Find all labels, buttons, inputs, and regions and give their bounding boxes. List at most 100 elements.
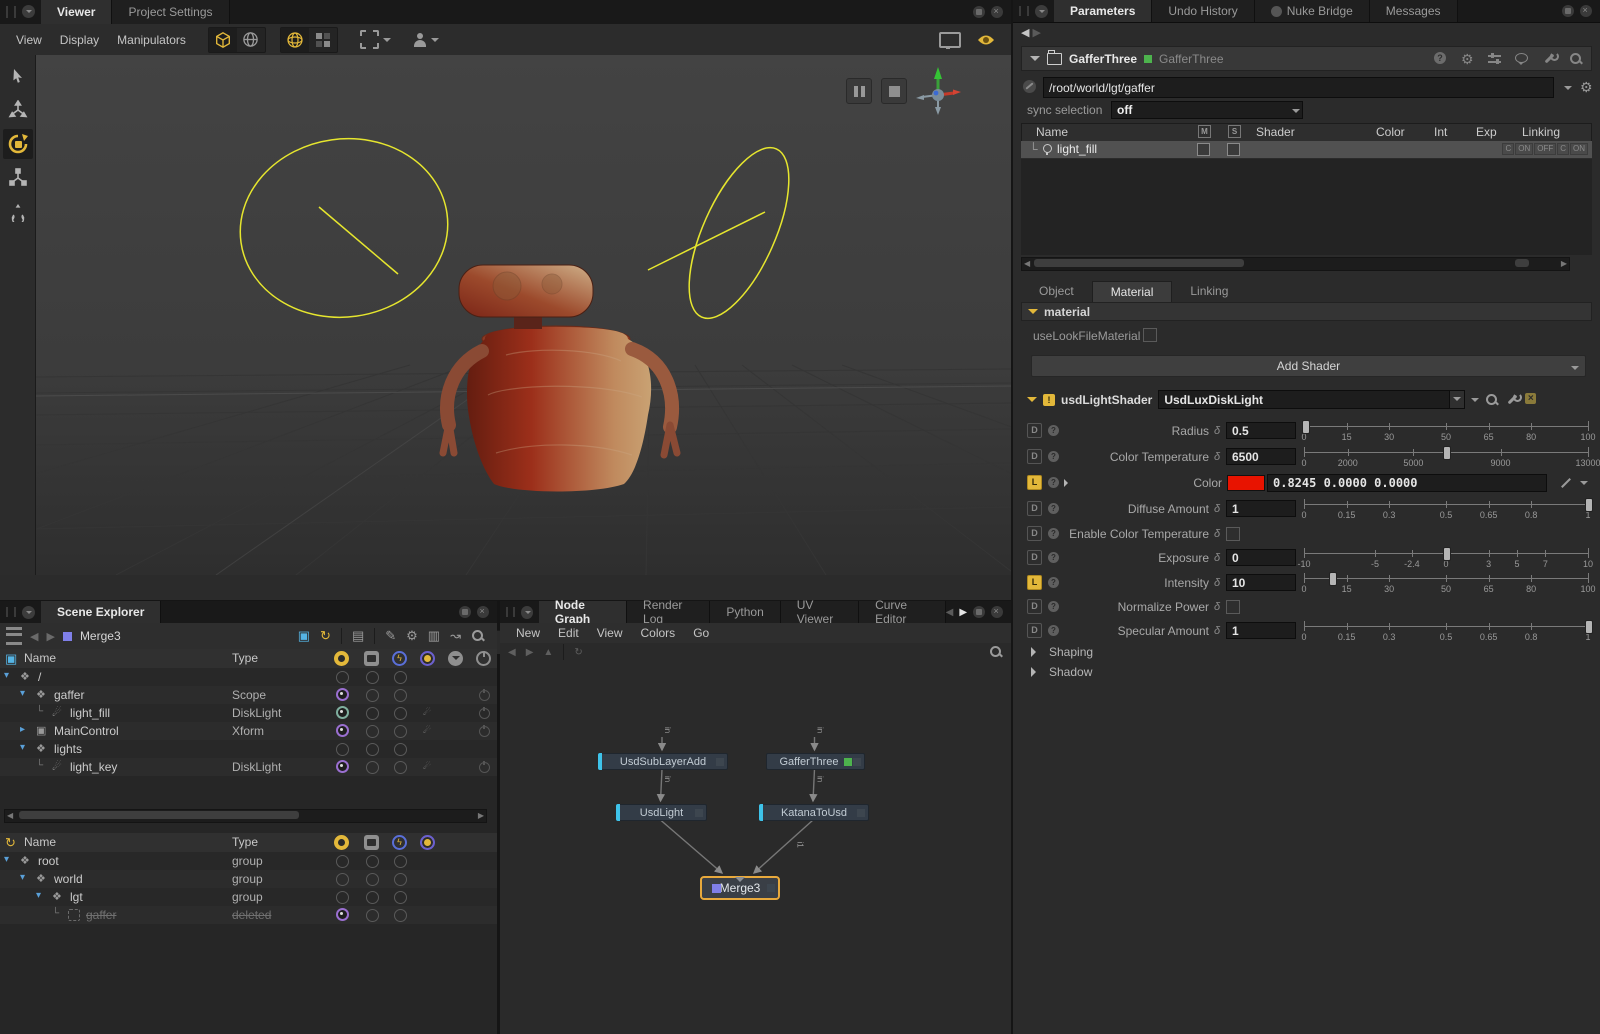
linking-off-button[interactable]: OFF: [1534, 143, 1556, 155]
slider-handle[interactable]: [1585, 620, 1593, 634]
wireframe-sphere-button[interactable]: [281, 28, 309, 52]
mute-column-icon[interactable]: [420, 835, 435, 850]
light-mute-icon[interactable]: ☄: [423, 725, 431, 736]
tab-scroll-left-icon[interactable]: ◀: [946, 607, 954, 618]
toggle-ring[interactable]: [394, 891, 407, 904]
toggle-ring[interactable]: [366, 743, 379, 756]
visibility-toggle[interactable]: [336, 908, 349, 921]
toggle-ring[interactable]: [366, 909, 379, 922]
comment-icon[interactable]: [1515, 52, 1529, 66]
local-value-badge[interactable]: L: [1027, 475, 1042, 490]
collapse-triangle-icon[interactable]: [1027, 397, 1037, 407]
livegroup-column-icon[interactable]: ϟ: [392, 835, 407, 850]
toggle-ring[interactable]: [366, 761, 379, 774]
param-checkbox[interactable]: [1226, 527, 1240, 541]
slider-handle[interactable]: [1443, 446, 1451, 460]
pane-split-icon[interactable]: [1562, 5, 1574, 17]
expander-icon[interactable]: ▾: [4, 670, 9, 681]
pane-split-icon[interactable]: [973, 6, 985, 18]
tab-messages[interactable]: Messages: [1370, 0, 1458, 22]
tab-scroll-right-icon[interactable]: ▶: [959, 607, 967, 618]
param-value-field[interactable]: 0.5: [1226, 422, 1296, 439]
node-usdsublayeradd[interactable]: UsdSubLayerAdd: [598, 753, 728, 770]
pane-close-icon[interactable]: [1580, 5, 1592, 17]
render-column-icon[interactable]: [364, 651, 379, 666]
pane-menu-icon[interactable]: [22, 606, 35, 619]
expander-icon[interactable]: ▾: [20, 872, 25, 883]
linking-on-button[interactable]: ON: [1515, 143, 1533, 155]
linking-on-button[interactable]: ON: [1570, 143, 1588, 155]
collapse-triangle-icon[interactable]: [1030, 56, 1040, 66]
tab-curve-editor[interactable]: Curve Editor: [859, 601, 946, 623]
light-mute-icon[interactable]: ☄: [423, 707, 431, 718]
solo-checkbox[interactable]: [1227, 143, 1240, 156]
layers-icon[interactable]: [6, 627, 22, 645]
tab-project-settings[interactable]: Project Settings: [112, 0, 229, 24]
toggle-ring[interactable]: [366, 855, 379, 868]
pane-grip[interactable]: [1019, 6, 1029, 16]
help-icon[interactable]: [1434, 52, 1448, 66]
column-int[interactable]: Int: [1434, 125, 1447, 139]
mute-column-icon[interactable]: [420, 651, 435, 666]
power-icon[interactable]: [479, 762, 490, 773]
pencil-icon[interactable]: ✎: [385, 628, 396, 644]
refresh-icon[interactable]: ↻: [574, 647, 582, 658]
column-name[interactable]: Name: [24, 835, 56, 849]
chevron-down-icon[interactable]: [1471, 398, 1479, 406]
node-merge3[interactable]: Merge3: [700, 876, 780, 900]
param-value-field[interactable]: 0: [1226, 549, 1296, 566]
node-graph-new-menu[interactable]: New: [508, 623, 548, 643]
help-icon[interactable]: ?: [1048, 601, 1059, 612]
curve-icon[interactable]: ↝: [450, 628, 461, 644]
power-icon[interactable]: [479, 708, 490, 719]
param-checkbox[interactable]: [1226, 600, 1240, 614]
node-katanatousd[interactable]: KatanaToUsd: [759, 804, 869, 821]
visibility-toggle[interactable]: [336, 873, 349, 886]
node-gafferthree[interactable]: GafferThree: [766, 753, 865, 770]
cube-filter-icon[interactable]: ▣: [298, 628, 310, 644]
pane-close-icon[interactable]: [991, 606, 1003, 618]
gear-icon[interactable]: ⚙: [406, 628, 418, 644]
toggle-ring[interactable]: [366, 707, 379, 720]
gafferthree-header[interactable]: GafferThree GafferThree: [1021, 46, 1592, 71]
tab-python[interactable]: Python: [710, 601, 780, 623]
shader-type-dropdown[interactable]: UsdLuxDiskLight: [1158, 390, 1465, 409]
tab-parameters[interactable]: Parameters: [1054, 0, 1152, 22]
tree-row-lights[interactable]: ▾❖lights: [0, 740, 497, 758]
camera-view-dropdown[interactable]: [413, 33, 439, 47]
selection-mode-dropdown[interactable]: [360, 30, 391, 49]
tree-row--[interactable]: ▾❖/: [0, 668, 497, 686]
color-swatch[interactable]: [1227, 475, 1265, 491]
pivot-tool[interactable]: [3, 197, 33, 227]
tab-render-log[interactable]: Render Log: [627, 601, 710, 623]
node-graph-edit-menu[interactable]: Edit: [550, 623, 587, 643]
expand-arrow-icon[interactable]: [1064, 479, 1072, 487]
mute-checkbox[interactable]: [1197, 143, 1210, 156]
tab-viewer[interactable]: Viewer: [41, 0, 112, 24]
light-mute-icon[interactable]: ☄: [423, 761, 431, 772]
node-graph-go-menu[interactable]: Go: [685, 623, 717, 643]
default-value-badge[interactable]: D: [1027, 550, 1042, 565]
param-value-field[interactable]: 6500: [1226, 448, 1296, 465]
visibility-toggle[interactable]: [336, 855, 349, 868]
wrench-icon[interactable]: [1505, 393, 1519, 407]
param-slider[interactable]: 00.150.30.50.650.81: [1304, 497, 1588, 521]
visibility-toggle[interactable]: [336, 671, 349, 684]
environment-mode-button[interactable]: [237, 28, 265, 52]
help-icon[interactable]: ?: [1048, 425, 1059, 436]
search-icon[interactable]: [1485, 393, 1499, 407]
node-graph-colors-menu[interactable]: Colors: [633, 623, 684, 643]
search-icon[interactable]: [471, 629, 485, 643]
tree-row-lgt[interactable]: ▾❖lgtgroup: [0, 888, 497, 906]
column-name[interactable]: Name: [24, 651, 56, 665]
group-shadow[interactable]: Shadow: [1031, 663, 1092, 681]
tab-uv-viewer[interactable]: UV Viewer: [781, 601, 859, 623]
translate-tool[interactable]: [3, 95, 33, 125]
toggle-ring[interactable]: [394, 743, 407, 756]
checker-button[interactable]: [309, 28, 337, 52]
toggle-ring[interactable]: [394, 671, 407, 684]
local-value-badge[interactable]: L: [1027, 575, 1042, 590]
help-icon[interactable]: ?: [1048, 577, 1059, 588]
back-icon[interactable]: ◀: [508, 647, 516, 658]
forward-icon[interactable]: ▶: [526, 647, 534, 658]
